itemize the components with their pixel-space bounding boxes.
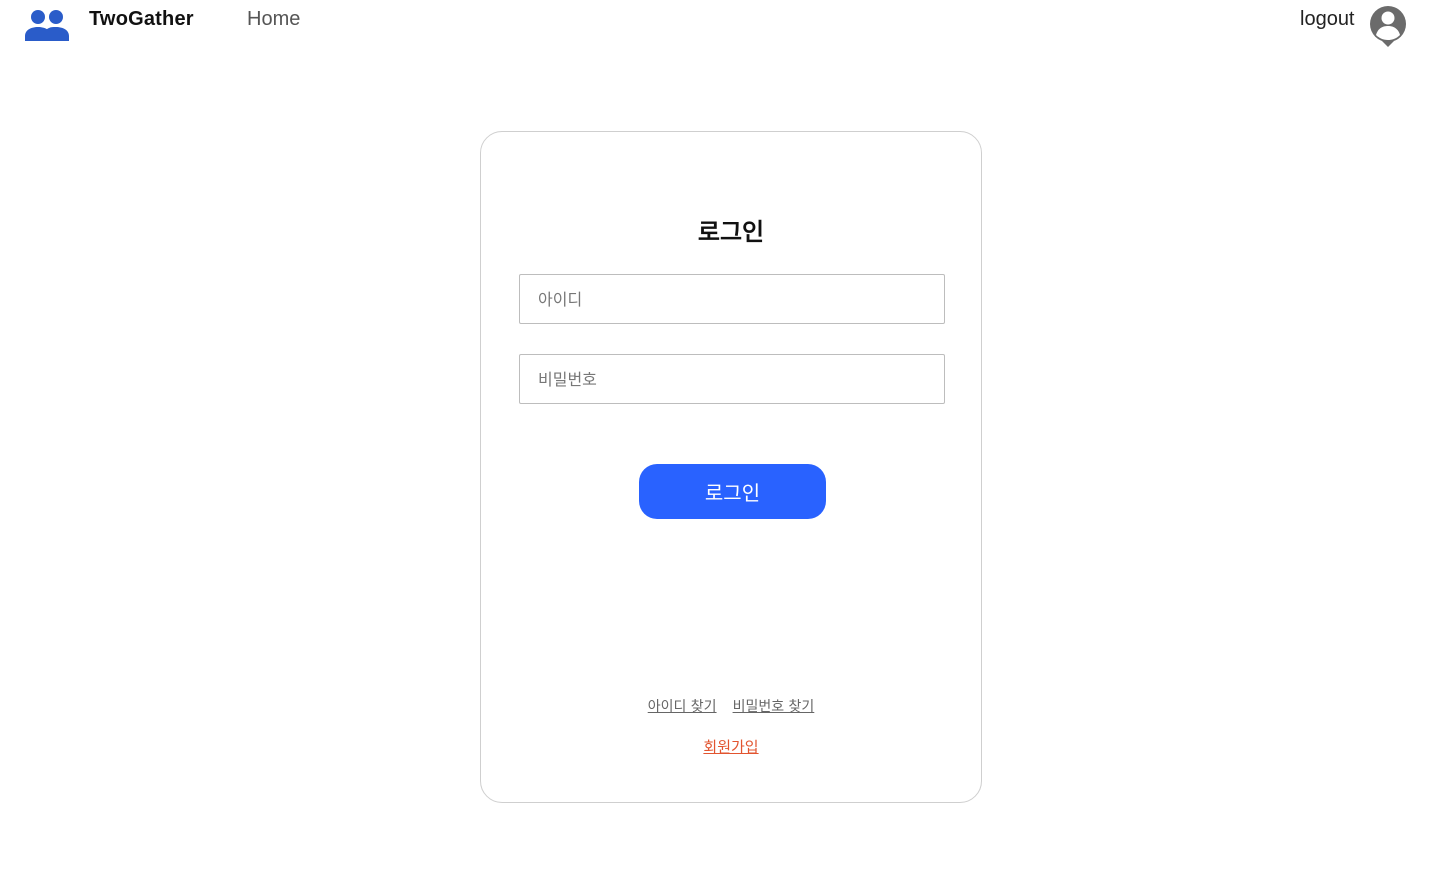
logout-link[interactable]: logout bbox=[1300, 8, 1355, 31]
find-id-link[interactable]: 아이디 찾기 bbox=[648, 699, 717, 715]
top-navigation-bar: TwoGather Home logout bbox=[0, 0, 1453, 50]
login-button[interactable]: 로그인 bbox=[639, 464, 826, 519]
user-account-icon[interactable] bbox=[1368, 5, 1408, 47]
people-group-icon[interactable] bbox=[24, 8, 70, 42]
nav-home-link[interactable]: Home bbox=[247, 8, 300, 31]
signup-row: 회원가입 bbox=[481, 736, 981, 757]
login-title: 로그인 bbox=[697, 218, 765, 246]
brand-name[interactable]: TwoGather bbox=[89, 8, 194, 31]
login-card: 로그인 로그인 아이디 찾기 비밀번호 찾기 회원가입 bbox=[480, 131, 982, 803]
account-help-links: 아이디 찾기 비밀번호 찾기 bbox=[481, 696, 981, 716]
find-password-link[interactable]: 비밀번호 찾기 bbox=[733, 699, 815, 715]
signup-link[interactable]: 회원가입 bbox=[703, 738, 758, 756]
username-input[interactable] bbox=[519, 274, 945, 324]
password-input[interactable] bbox=[519, 354, 945, 404]
